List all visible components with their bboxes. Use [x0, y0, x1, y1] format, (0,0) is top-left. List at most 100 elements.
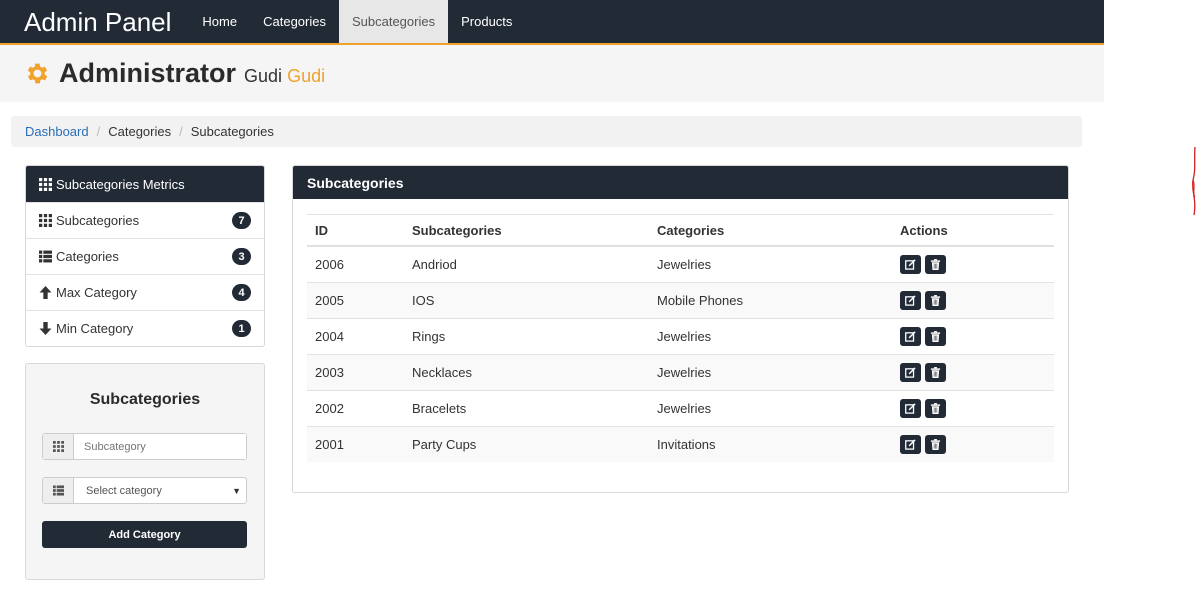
- add-category-button[interactable]: Add Category: [42, 521, 247, 548]
- add-subcategory-form: Subcategories Select category ▼ Add Cate…: [25, 363, 265, 580]
- delete-button[interactable]: [925, 327, 946, 346]
- edit-button[interactable]: [900, 363, 921, 382]
- cell-id: 2006: [315, 257, 344, 272]
- cell-id: 2005: [315, 293, 344, 308]
- edit-icon: [905, 259, 916, 270]
- cell-category: Jewelries: [657, 257, 712, 272]
- list-icon: [39, 250, 52, 263]
- page-title: Administrator: [59, 58, 237, 88]
- nav-products[interactable]: Products: [448, 0, 525, 43]
- nav-subcategories[interactable]: Subcategories: [338, 0, 449, 43]
- caret-down-icon: ▼: [232, 485, 241, 496]
- delete-button[interactable]: [925, 255, 946, 274]
- cell-category: Jewelries: [657, 401, 712, 416]
- table-row: 2006 Andriod Jewelries: [307, 246, 1054, 282]
- breadcrumb-separator: /: [96, 124, 101, 139]
- edit-icon: [905, 403, 916, 414]
- nav-categories[interactable]: Categories: [250, 0, 339, 43]
- edit-button[interactable]: [900, 327, 921, 346]
- edit-button[interactable]: [900, 291, 921, 310]
- breadcrumb-dashboard[interactable]: Dashboard: [25, 124, 89, 139]
- metric-subcategories[interactable]: Subcategories 7: [26, 202, 264, 238]
- subcategory-input[interactable]: [74, 434, 246, 459]
- edit-icon: [905, 367, 916, 378]
- cell-actions: [900, 399, 1054, 418]
- edit-icon: [905, 331, 916, 342]
- cell-subcategory: Necklaces: [412, 365, 472, 380]
- trash-icon: [930, 295, 941, 306]
- subcategory-input-group: [42, 433, 247, 460]
- breadcrumb-subcategories: Subcategories: [190, 124, 274, 139]
- cell-id: 2003: [315, 365, 344, 380]
- input-addon: [43, 434, 74, 459]
- column-header: Subcategories: [412, 222, 502, 238]
- metrics-panel: Subcategories Metrics Subcategories 7 Ca…: [25, 165, 265, 347]
- user-first-name: Gudi: [244, 66, 283, 86]
- gear-icon: [27, 63, 48, 84]
- cell-id: 2002: [315, 401, 344, 416]
- top-navbar: Admin Panel Home Categories Subcategorie…: [0, 0, 1104, 45]
- delete-button[interactable]: [925, 291, 946, 310]
- table-row: 2002 Bracelets Jewelries: [307, 390, 1054, 426]
- trash-icon: [930, 403, 941, 414]
- cell-subcategory: Bracelets: [412, 401, 467, 416]
- edit-button[interactable]: [900, 435, 921, 454]
- form-title: Subcategories: [89, 391, 201, 408]
- breadcrumb-categories: Categories: [108, 124, 172, 139]
- metric-label: Min Category: [56, 321, 134, 336]
- cell-actions: [900, 255, 1054, 274]
- cell-category: Mobile Phones: [657, 293, 743, 308]
- red-pen-mark: [1191, 146, 1196, 216]
- table-header-row: ID Subcategories Categories Actions: [307, 214, 1054, 246]
- cell-category: Invitations: [657, 437, 716, 452]
- brand-logo[interactable]: Admin Panel: [0, 0, 189, 43]
- trash-icon: [930, 367, 941, 378]
- metric-categories[interactable]: Categories 3: [26, 238, 264, 274]
- count-badge: 7: [232, 212, 251, 229]
- grid-icon: [39, 214, 52, 227]
- metric-max-category[interactable]: Max Category 4: [26, 274, 264, 310]
- cell-id: 2001: [315, 437, 344, 452]
- delete-button[interactable]: [925, 363, 946, 382]
- select-value: Select category: [86, 484, 162, 497]
- cell-category: Jewelries: [657, 365, 712, 380]
- subcategories-table: ID Subcategories Categories Actions 2006…: [307, 214, 1054, 462]
- subcategories-table-panel: Subcategories ID Subcategories Categorie…: [292, 165, 1069, 493]
- nav-home[interactable]: Home: [189, 0, 250, 43]
- edit-button[interactable]: [900, 255, 921, 274]
- metric-min-category[interactable]: Min Category 1: [26, 310, 264, 346]
- trash-icon: [930, 439, 941, 450]
- page: Admin Panel Home Categories Subcategorie…: [0, 0, 1201, 594]
- edit-icon: [905, 295, 916, 306]
- table-row: 2005 IOS Mobile Phones: [307, 282, 1054, 318]
- grid-icon: [52, 441, 64, 452]
- table-row: 2001 Party Cups Invitations: [307, 426, 1054, 462]
- trash-icon: [930, 259, 941, 270]
- cell-actions: [900, 363, 1054, 382]
- table-body: 2006 Andriod Jewelries 2005 IOS Mobile Phones…: [307, 246, 1054, 462]
- metric-label: Subcategories: [56, 213, 140, 228]
- cell-actions: [900, 291, 1054, 310]
- page-header: Administrator Gudi Gudi: [0, 45, 1104, 102]
- delete-button[interactable]: [925, 435, 946, 454]
- column-header: Actions: [900, 222, 948, 238]
- metrics-header: Subcategories Metrics: [26, 166, 264, 202]
- count-badge: 4: [232, 284, 251, 301]
- metric-label: Categories: [56, 249, 119, 264]
- cell-actions: [900, 327, 1054, 346]
- category-select[interactable]: Select category ▼: [74, 478, 246, 503]
- count-badge: 3: [232, 248, 251, 265]
- table-row: 2003 Necklaces Jewelries: [307, 354, 1054, 390]
- category-select-group: Select category ▼: [42, 477, 247, 504]
- edit-icon: [905, 439, 916, 450]
- table-panel-title: Subcategories: [293, 166, 1068, 199]
- cell-subcategory: Rings: [412, 329, 446, 344]
- column-header: ID: [315, 222, 328, 238]
- list-icon: [52, 485, 64, 496]
- cell-subcategory: Party Cups: [412, 437, 477, 452]
- breadcrumb: Dashboard / Categories / Subcategories: [11, 116, 1082, 147]
- arrow-up-icon: [39, 286, 52, 299]
- arrow-down-icon: [39, 322, 52, 335]
- edit-button[interactable]: [900, 399, 921, 418]
- delete-button[interactable]: [925, 399, 946, 418]
